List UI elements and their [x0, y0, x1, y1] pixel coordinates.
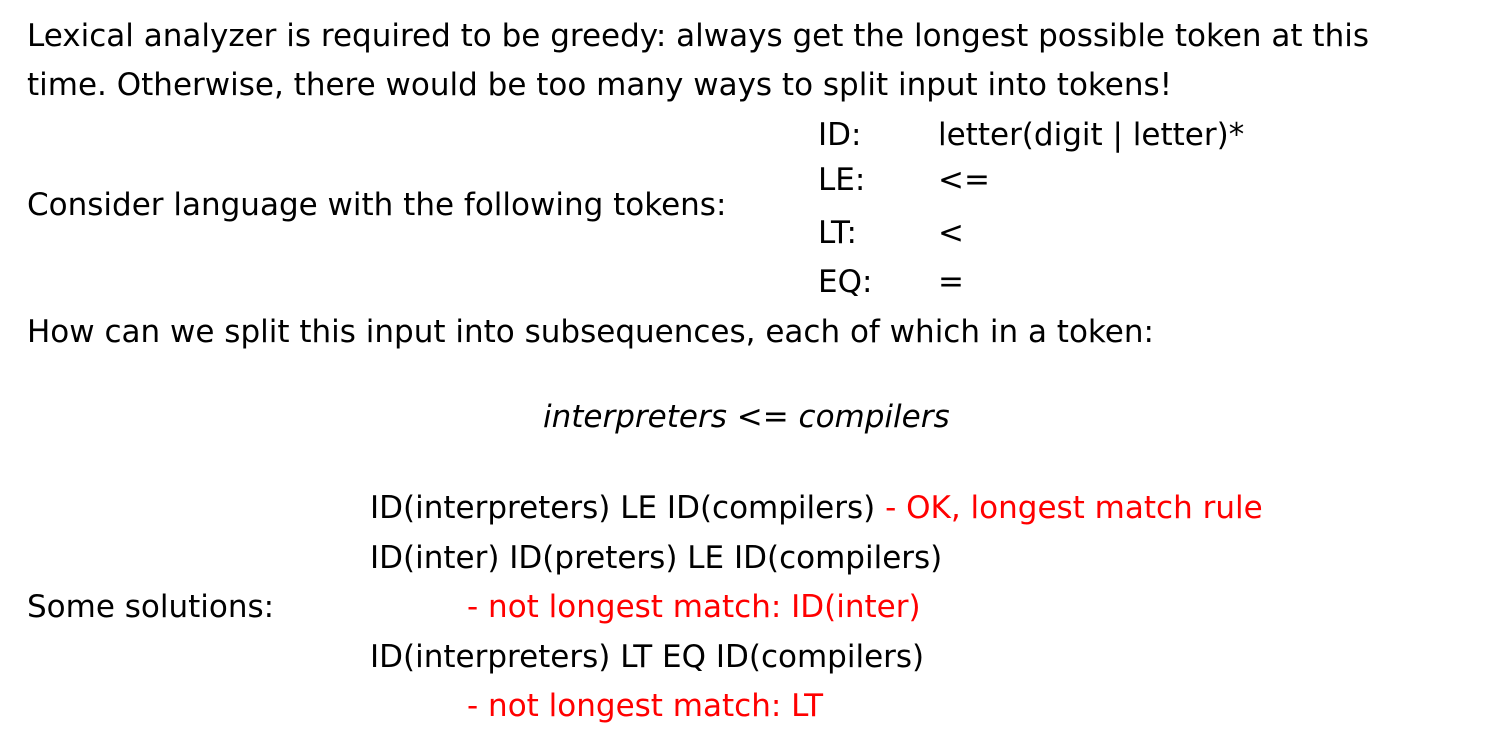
input-op: <= [736, 399, 789, 435]
token-name: EQ: [818, 264, 873, 300]
token-row-le: LE: <= [818, 161, 1378, 199]
solution-1-main: ID(interpreters) LE ID(compilers) [370, 490, 876, 526]
solution-2: ID(inter) ID(preters) LE ID(compilers) [370, 540, 943, 576]
token-name: LT: [818, 215, 857, 251]
solutions-label: Some solutions: [27, 589, 275, 625]
solution-2-note: - not longest match: ID(inter) [467, 589, 921, 625]
token-definition: letter(digit | letter)* [938, 117, 1245, 153]
token-row-eq: EQ: = [818, 263, 1378, 301]
question-text: How can we split this input into subsequ… [27, 314, 1154, 350]
token-definition: = [938, 264, 964, 300]
token-row-id: ID: letter(digit | letter)* [818, 116, 1378, 154]
input-left: interpreters [543, 399, 727, 435]
intro-line-2: time. Otherwise, there would be too many… [27, 67, 1173, 103]
input-expression: interpreters <= compilers [543, 398, 950, 436]
solution-3-note: - not longest match: LT [467, 688, 824, 724]
input-right: compilers [798, 399, 950, 435]
token-name: ID: [818, 117, 862, 153]
token-definition: < [938, 215, 964, 251]
token-name: LE: [818, 162, 866, 198]
consider-label: Consider language with the following tok… [27, 187, 727, 223]
solution-1-note: - OK, longest match rule [875, 490, 1263, 526]
token-definition: <= [938, 162, 990, 198]
solution-1: ID(interpreters) LE ID(compilers) - OK, … [370, 489, 1263, 527]
intro-line-1: Lexical analyzer is required to be greed… [27, 18, 1369, 54]
token-row-lt: LT: < [818, 214, 1378, 252]
solution-3: ID(interpreters) LT EQ ID(compilers) [370, 639, 925, 675]
